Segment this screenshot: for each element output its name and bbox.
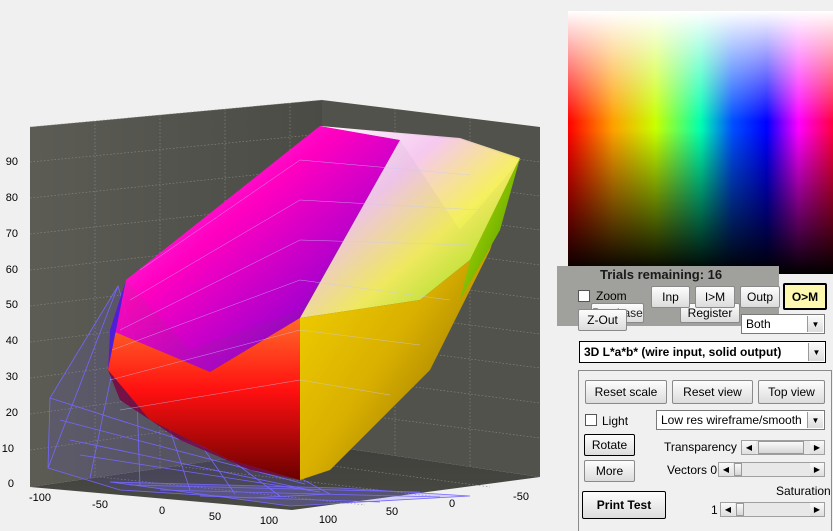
x-tick-label: -100 — [29, 492, 51, 504]
reset-view-button[interactable]: Reset view — [672, 380, 753, 404]
slider-left-arrow-icon[interactable]: ◀ — [721, 503, 735, 516]
print-test-button[interactable]: Print Test — [582, 491, 666, 519]
render-mode-select[interactable]: Low res wireframe/smooth ▼ — [656, 410, 825, 430]
reset-scale-button[interactable]: Reset scale — [585, 380, 667, 404]
zoom-label: Zoom — [596, 289, 627, 303]
z-out-button[interactable]: Z-Out — [578, 309, 627, 331]
transparency-slider[interactable]: ◀ ▶ — [741, 440, 825, 455]
slider-right-arrow-icon[interactable]: ▶ — [810, 503, 824, 516]
z-tick-label: 80 — [6, 192, 18, 204]
light-checkbox[interactable] — [585, 414, 597, 426]
z-tick-label: 60 — [6, 264, 18, 276]
saturation-slider-thumb[interactable] — [736, 503, 744, 516]
chevron-down-icon: ▼ — [807, 316, 823, 332]
top-view-button[interactable]: Top view — [758, 380, 825, 404]
saturation-label: Saturation — [776, 484, 831, 498]
saturation-value: 1 — [711, 503, 718, 517]
x-tick-label: 50 — [209, 511, 221, 523]
x-tick-label: 100 — [260, 515, 278, 527]
outp-button[interactable]: Outp — [740, 286, 780, 308]
vectors-label: Vectors 0 — [667, 463, 718, 477]
z-tick-label: 50 — [6, 299, 18, 311]
light-label: Light — [602, 414, 629, 428]
color-spectrum-picker[interactable] — [568, 11, 833, 274]
z-tick-label: 90 — [6, 156, 18, 168]
z-tick-label: 30 — [6, 371, 18, 383]
y-tick-label: 50 — [386, 506, 398, 518]
z-tick-label: 40 — [6, 335, 18, 347]
slider-right-arrow-icon[interactable]: ▶ — [810, 463, 824, 476]
y-tick-label: 0 — [449, 498, 455, 510]
chevron-down-icon: ▼ — [808, 343, 824, 361]
view-mode-select-value: 3D L*a*b* (wire input, solid output) — [584, 345, 782, 359]
z-axis-labels: 0 10 20 30 40 50 60 70 80 90 — [2, 156, 18, 490]
vectors-slider-thumb[interactable] — [734, 463, 742, 476]
slider-right-arrow-icon[interactable]: ▶ — [810, 441, 824, 454]
trials-remaining-label: Trials remaining: 16 — [600, 267, 723, 282]
view-mode-select[interactable]: 3D L*a*b* (wire input, solid output) ▼ — [579, 341, 826, 363]
zoom-checkbox[interactable] — [578, 290, 590, 302]
inp-button[interactable]: Inp — [651, 286, 690, 308]
i-m-button[interactable]: I>M — [695, 286, 735, 308]
x-tick-label: 0 — [159, 505, 165, 517]
y-tick-label: 100 — [319, 514, 337, 526]
rotate-button[interactable]: Rotate — [584, 434, 635, 456]
z-tick-label: 20 — [6, 407, 18, 419]
transparency-label: Transparency 1 — [664, 440, 747, 454]
o-m-button[interactable]: O>M — [783, 283, 827, 310]
gamut-3d-plot[interactable]: 0 10 20 30 40 50 60 70 80 90 -100 -50 0 … — [0, 0, 556, 531]
display-select[interactable]: Both ▼ — [741, 314, 825, 334]
app-window: 0 10 20 30 40 50 60 70 80 90 -100 -50 0 … — [0, 0, 833, 531]
more-button[interactable]: More — [584, 460, 635, 482]
display-select-value: Both — [746, 317, 771, 331]
slider-left-arrow-icon[interactable]: ◀ — [742, 441, 756, 454]
z-tick-label: 0 — [8, 478, 14, 490]
y-tick-label: -50 — [513, 491, 529, 503]
x-tick-label: -50 — [92, 499, 108, 511]
slider-left-arrow-icon[interactable]: ◀ — [719, 463, 733, 476]
transparency-slider-thumb[interactable] — [758, 441, 804, 454]
render-mode-select-value: Low res wireframe/smooth — [661, 413, 802, 427]
saturation-slider[interactable]: ◀ ▶ — [720, 502, 825, 517]
chevron-down-icon: ▼ — [807, 412, 823, 428]
z-tick-label: 70 — [6, 228, 18, 240]
vectors-slider[interactable]: ◀ ▶ — [718, 462, 825, 477]
z-tick-label: 10 — [2, 443, 14, 455]
